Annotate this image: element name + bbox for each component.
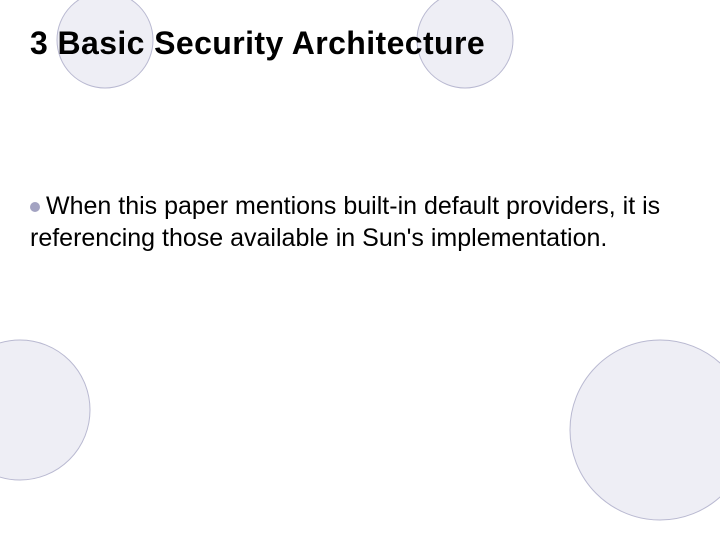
bullet-item: When this paper mentions built-in defaul… (30, 190, 680, 254)
background-circles (0, 0, 720, 540)
bullet-dot-icon (30, 202, 40, 212)
bullet-text: When this paper mentions built-in defaul… (30, 192, 660, 252)
slide-title: 3 Basic Security Architecture (30, 25, 485, 62)
slide-body: When this paper mentions built-in defaul… (30, 190, 680, 254)
